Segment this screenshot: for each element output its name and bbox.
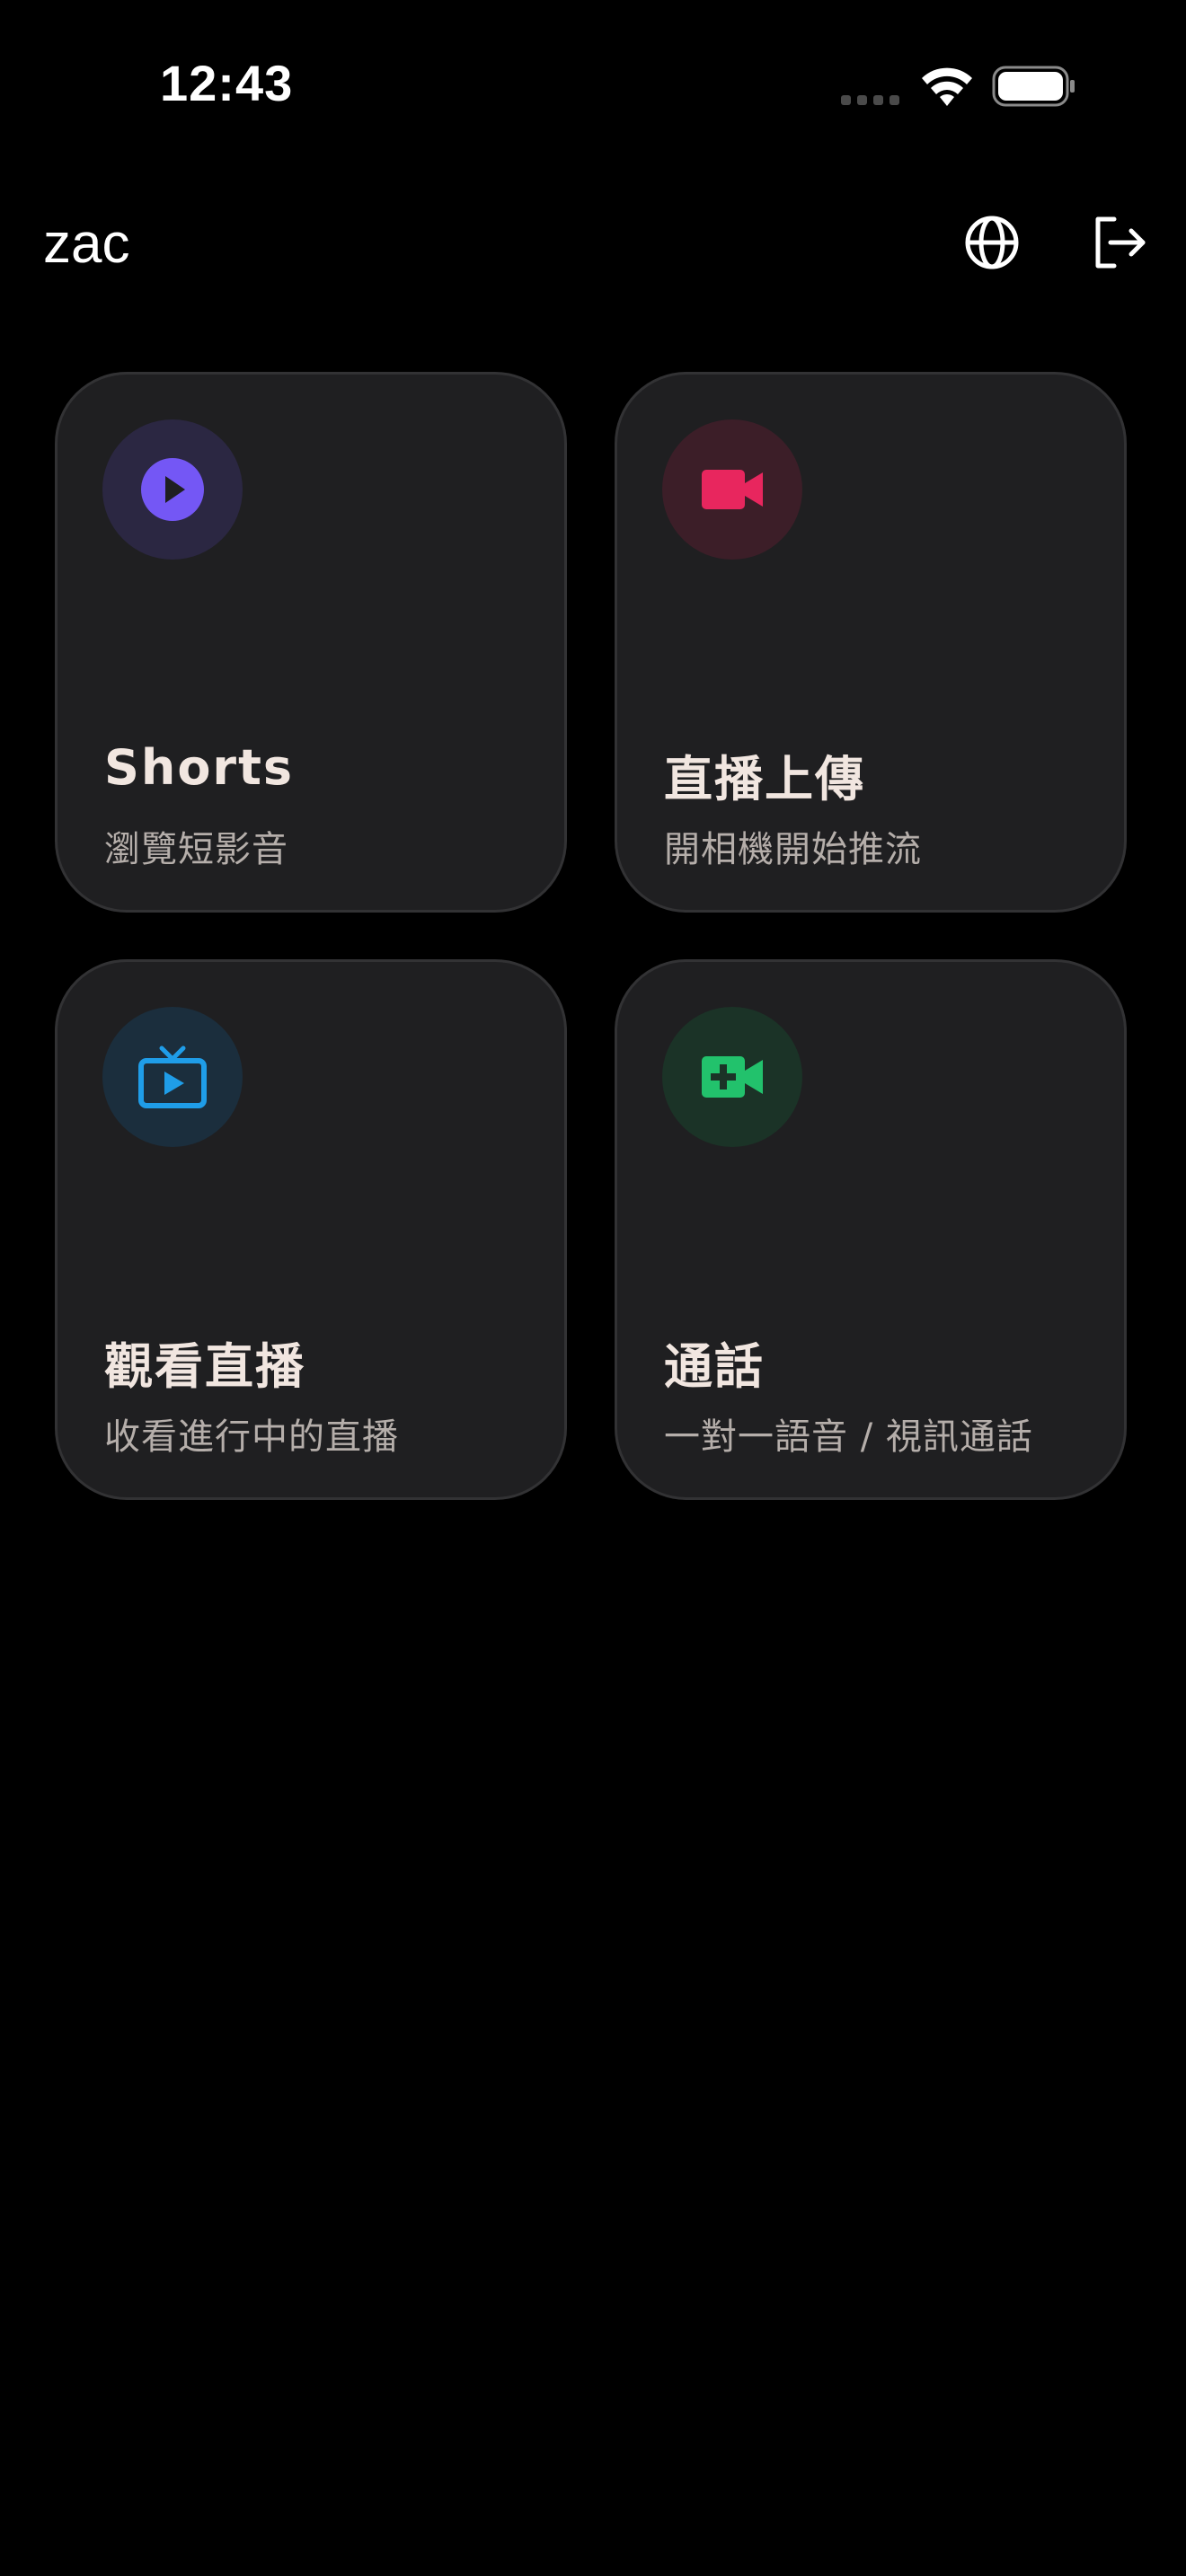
user-name: zac — [43, 213, 130, 275]
live-upload-card[interactable]: 直播上傳 開相機開始推流 — [615, 372, 1127, 913]
card-subtitle: 瀏覽短影音 — [104, 829, 288, 870]
call-icon-badge — [662, 1007, 802, 1147]
call-card[interactable]: 通話 一對一語音 / 視訊通話 — [615, 959, 1127, 1500]
card-title: Shorts — [104, 739, 295, 796]
globe-icon — [965, 216, 1019, 269]
shorts-card[interactable]: Shorts 瀏覽短影音 — [55, 372, 567, 913]
live-tv-icon — [138, 1045, 207, 1108]
logout-icon — [1095, 216, 1146, 269]
card-subtitle: 開相機開始推流 — [664, 829, 922, 870]
card-subtitle: 一對一語音 / 視訊通話 — [664, 1416, 1033, 1458]
video-camera-icon — [702, 470, 763, 509]
shorts-icon-badge — [102, 419, 243, 560]
card-title: 通話 — [664, 1338, 765, 1395]
live-upload-icon-badge — [662, 419, 802, 560]
video-call-icon — [702, 1056, 763, 1098]
card-title: 直播上傳 — [664, 751, 865, 807]
watch-live-card[interactable]: 觀看直播 收看進行中的直播 — [55, 959, 567, 1500]
wifi-icon — [922, 67, 972, 106]
watch-live-icon-badge — [102, 1007, 243, 1147]
battery-icon — [992, 66, 1075, 107]
status-time: 12:43 — [160, 55, 294, 111]
card-title: 觀看直播 — [104, 1338, 305, 1395]
cellular-signal-icon — [841, 93, 902, 106]
card-subtitle: 收看進行中的直播 — [104, 1416, 399, 1458]
language-button[interactable] — [958, 208, 1026, 277]
play-circle-icon — [141, 458, 204, 521]
status-bar: 12:43 — [0, 0, 1186, 171]
logout-button[interactable] — [1085, 208, 1154, 277]
